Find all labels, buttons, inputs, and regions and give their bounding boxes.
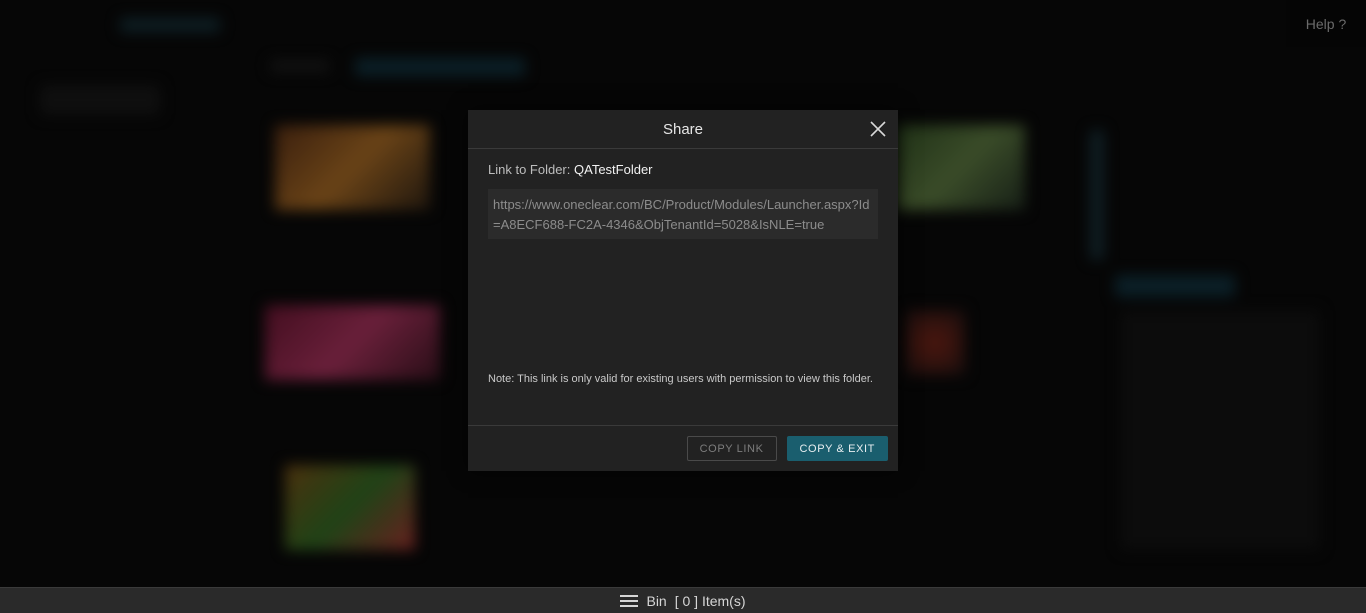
link-label: Link to Folder: QATestFolder xyxy=(488,161,878,178)
copy-link-button[interactable]: COPY LINK xyxy=(686,436,777,461)
bin-count: [ 0 ] Item(s) xyxy=(674,592,746,609)
close-icon[interactable] xyxy=(868,119,888,139)
help-button[interactable]: Help ? xyxy=(1286,0,1366,47)
bin-bar: Bin [ 0 ] Item(s) xyxy=(0,587,1366,613)
permission-note: Note: This link is only valid for existi… xyxy=(488,373,873,385)
dialog-footer: COPY LINK COPY & EXIT xyxy=(468,425,898,471)
share-url-field[interactable]: https://www.oneclear.com/BC/Product/Modu… xyxy=(488,189,878,239)
bin-label[interactable]: Bin xyxy=(646,593,666,609)
dialog-header: Share xyxy=(468,110,898,149)
menu-icon[interactable] xyxy=(620,594,639,607)
dialog-title: Share xyxy=(662,120,704,138)
share-dialog: Share Link to Folder: QATestFolder https… xyxy=(468,110,898,471)
folder-name: QATestFolder xyxy=(574,162,653,177)
copy-and-exit-button[interactable]: COPY & EXIT xyxy=(786,436,888,461)
dialog-body: Link to Folder: QATestFolder https://www… xyxy=(468,149,898,436)
link-prefix: Link to Folder: xyxy=(488,162,571,177)
